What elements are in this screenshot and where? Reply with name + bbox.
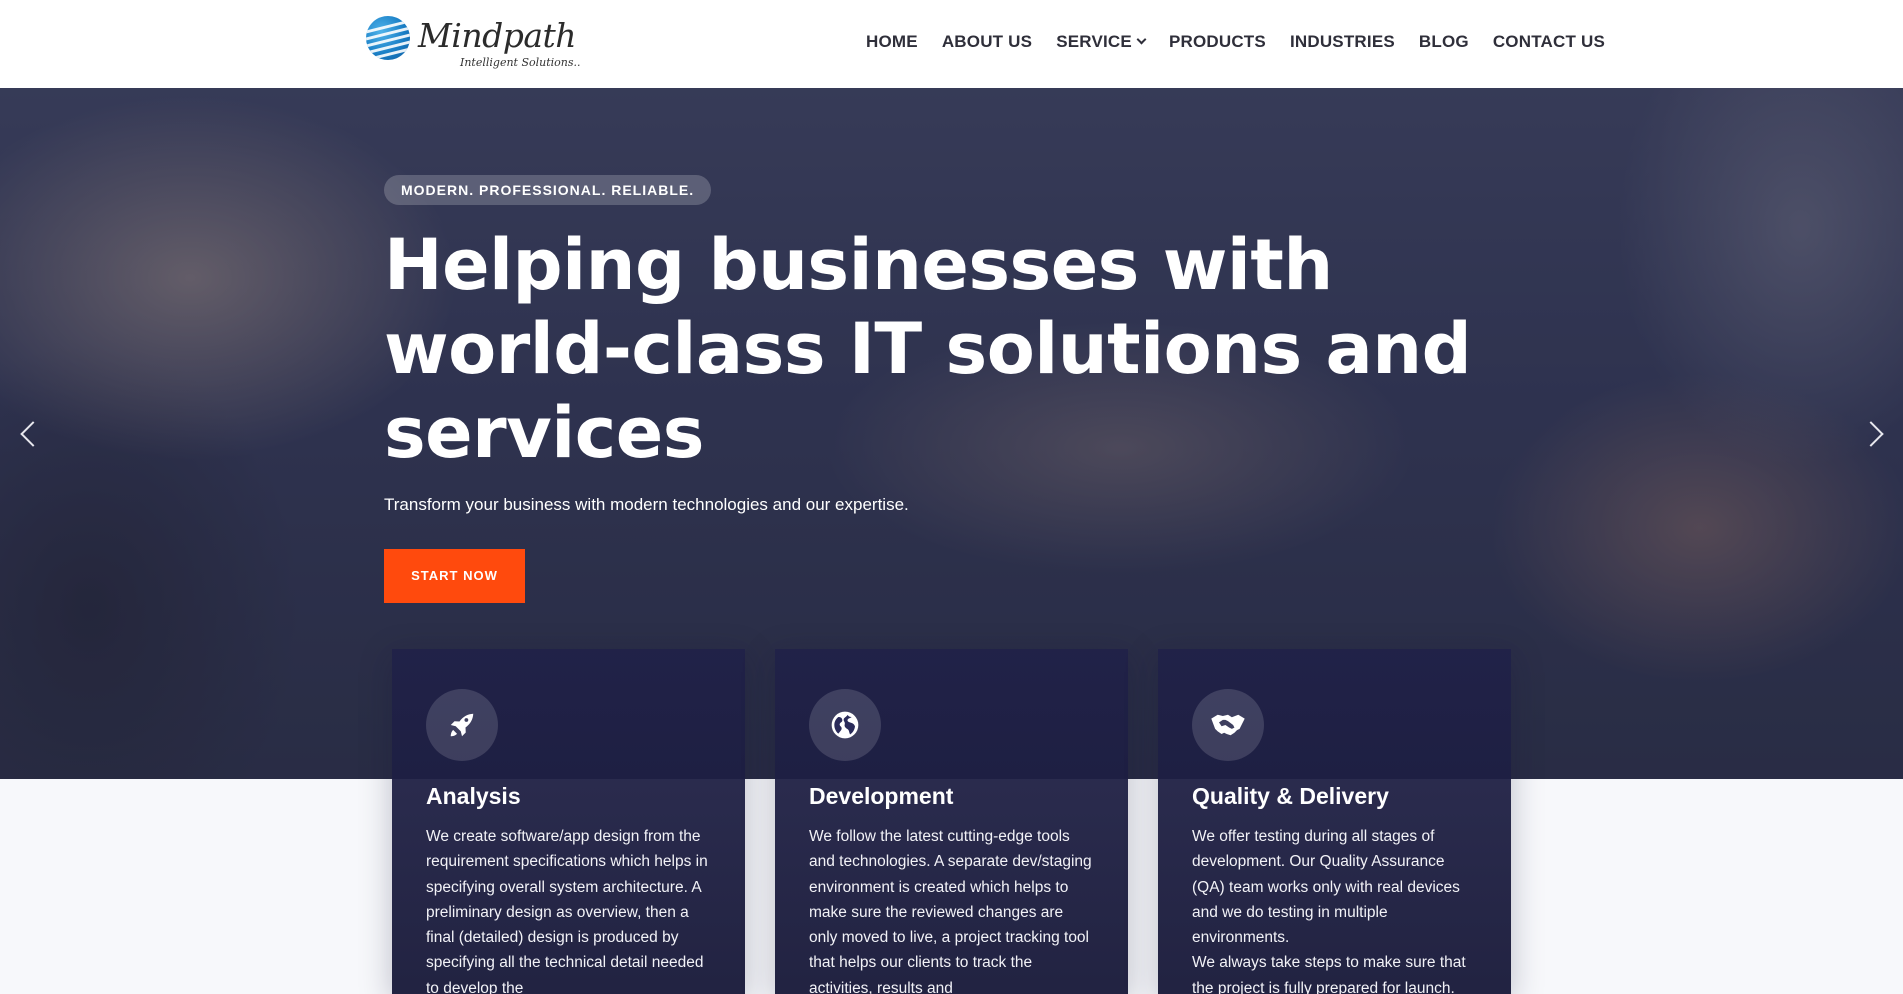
nav-industries[interactable]: INDUSTRIES (1290, 32, 1395, 52)
feature-text: We offer testing during all stages of de… (1192, 828, 1466, 994)
chevron-down-icon (1136, 34, 1147, 44)
hero-badge: MODERN. PROFESSIONAL. RELIABLE. (384, 175, 712, 205)
feature-cards: Analysis We create software/app design f… (392, 649, 1511, 994)
hero-subtitle: Transform your business with modern tech… (384, 495, 909, 514)
logo-globe-icon (366, 16, 410, 60)
hero-title: Helping businesses with world-class IT s… (384, 224, 1472, 474)
chevron-left-icon[interactable] (20, 421, 46, 447)
brand-logo[interactable]: Mindpath Intelligent Solutions.. (366, 16, 581, 72)
nav-home[interactable]: HOME (866, 32, 918, 52)
feature-text: We follow the latest cutting-edge tools … (809, 828, 1092, 994)
nav-about-us[interactable]: ABOUT US (942, 32, 1032, 52)
feature-card-analysis: Analysis We create software/app design f… (392, 649, 745, 994)
feature-title: Development (809, 783, 954, 809)
main-nav: HOME ABOUT US SERVICE PRODUCTS INDUSTRIE… (866, 32, 1605, 52)
feature-card-quality-delivery: Quality & Delivery We offer testing duri… (1158, 649, 1511, 994)
feature-text: We create software/app design from the r… (426, 828, 708, 994)
rocket-icon (426, 689, 498, 761)
start-now-button[interactable]: START NOW (384, 549, 525, 603)
globe-icon (809, 689, 881, 761)
handshake-icon (1192, 689, 1264, 761)
brand-tagline: Intelligent Solutions.. (460, 56, 581, 69)
hero-content: MODERN. PROFESSIONAL. RELIABLE. Helping … (384, 175, 1484, 603)
nav-products[interactable]: PRODUCTS (1169, 32, 1266, 52)
brand-name: Mindpath (418, 16, 577, 55)
feature-title: Analysis (426, 783, 521, 809)
nav-blog[interactable]: BLOG (1419, 32, 1469, 52)
feature-card-development: Development We follow the latest cutting… (775, 649, 1128, 994)
nav-contact-us[interactable]: CONTACT US (1493, 32, 1605, 52)
feature-title: Quality & Delivery (1192, 783, 1389, 809)
nav-service[interactable]: SERVICE (1056, 32, 1147, 52)
chevron-right-icon[interactable] (1858, 421, 1884, 447)
site-header: Mindpath Intelligent Solutions.. HOME AB… (0, 0, 1903, 88)
